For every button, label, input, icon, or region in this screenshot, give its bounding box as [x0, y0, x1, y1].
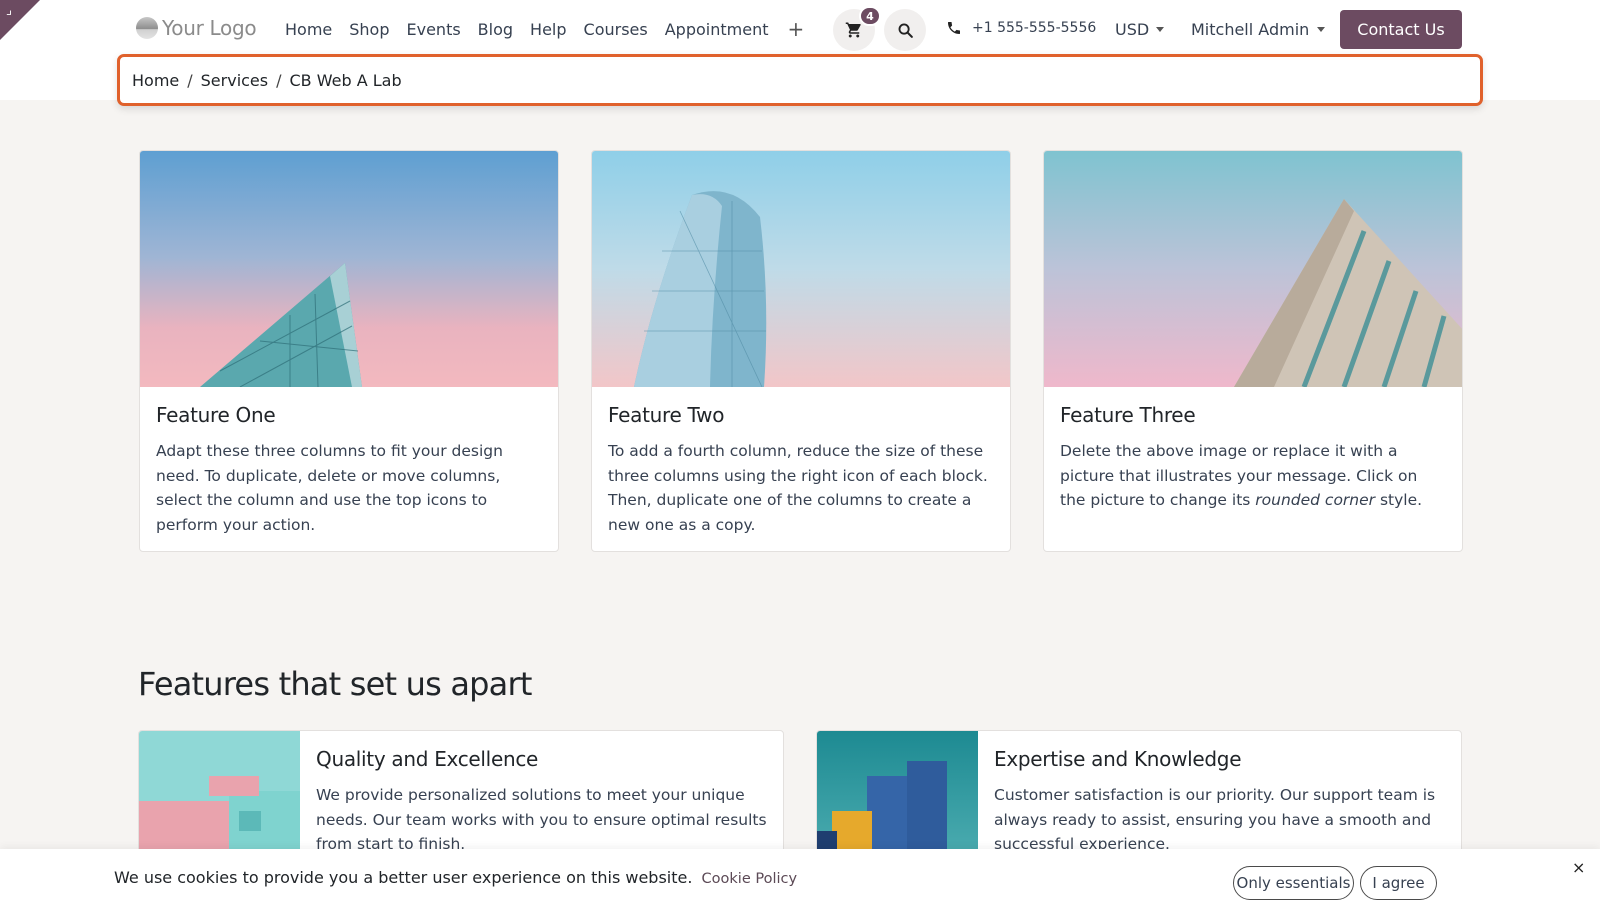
phone-link[interactable]: +1 555-555-5556 [946, 20, 1096, 36]
nav-events[interactable]: Events [407, 19, 461, 41]
cart-count-badge: 4 [859, 6, 881, 26]
cookie-message: We use cookies to provide you a better u… [114, 868, 797, 887]
card-text-italic: rounded corner [1255, 491, 1376, 509]
user-name: Mitchell Admin [1191, 20, 1310, 39]
corner-arrow-icon: ⌟ [6, 3, 13, 18]
card-text-part: style. [1375, 491, 1423, 509]
card-image-building [140, 151, 558, 387]
skyscraper-illustration [1234, 199, 1462, 387]
cookie-text: We use cookies to provide you a better u… [114, 868, 693, 887]
search-button[interactable] [884, 9, 926, 51]
tower-illustration [634, 191, 767, 387]
nav-home[interactable]: Home [285, 19, 332, 41]
cart-icon [845, 22, 861, 38]
main-nav: Home Shop Events Blog Help Courses Appoi… [285, 19, 804, 41]
card-title: Feature Three [1060, 403, 1196, 427]
chevron-down-icon [1156, 27, 1165, 32]
feature-title: Expertise and Knowledge [994, 747, 1242, 771]
close-icon[interactable]: × [1572, 858, 1585, 877]
nav-blog[interactable]: Blog [478, 19, 513, 41]
card-text: Adapt these three columns to fit your de… [156, 442, 503, 534]
logo-text: Your Logo [162, 16, 257, 40]
breadcrumb: Home / Services / CB Web A Lab [117, 54, 1483, 106]
phone-number: +1 555-555-5556 [972, 20, 1097, 36]
phone-icon [948, 22, 960, 34]
card-image-skyscraper [1044, 151, 1462, 387]
user-menu[interactable]: Mitchell Admin [1191, 20, 1326, 39]
nav-shop[interactable]: Shop [349, 19, 389, 41]
cart-button[interactable]: 4 [833, 6, 881, 51]
chevron-down-icon [1317, 27, 1326, 32]
logo-mark-icon [136, 17, 158, 39]
nav-courses[interactable]: Courses [584, 19, 648, 41]
only-essentials-button[interactable]: Only essentials [1233, 866, 1354, 900]
breadcrumb-services[interactable]: Services [201, 71, 268, 90]
feature-card: Feature Two To add a fourth column, redu… [591, 150, 1011, 552]
feature-title: Quality and Excellence [316, 747, 539, 771]
cookie-policy-link[interactable]: Cookie Policy [702, 871, 798, 887]
logo[interactable]: Your Logo [136, 16, 257, 40]
nav-appointment[interactable]: Appointment [665, 19, 769, 41]
currency-label: USD [1115, 20, 1150, 39]
feature-text: We provide personalized solutions to mee… [316, 786, 767, 853]
card-text: Delete the above image or replace it wit… [1060, 439, 1446, 513]
feature-card: Feature One Adapt these three columns to… [139, 150, 559, 552]
section-title: Features that set us apart [138, 665, 532, 703]
contact-us-button[interactable]: Contact Us [1340, 10, 1462, 49]
feature-cards: Feature One Adapt these three columns to… [139, 150, 1463, 552]
search-icon [898, 23, 913, 38]
feature-text: Customer satisfaction is our priority. O… [994, 786, 1436, 853]
top-navbar: Your Logo Home Shop Events Blog Help Cou… [0, 0, 1600, 59]
nav-help[interactable]: Help [530, 19, 566, 41]
breadcrumb-separator: / [276, 70, 282, 90]
card-title: Feature One [156, 403, 276, 427]
breadcrumb-current: CB Web A Lab [289, 70, 402, 90]
card-image-tower [592, 151, 1010, 387]
add-menu-plus-icon[interactable]: + [787, 19, 804, 41]
building-illustration [200, 263, 362, 387]
feature-card: Feature Three Delete the above image or … [1043, 150, 1463, 552]
breadcrumb-separator: / [187, 70, 193, 90]
breadcrumb-home[interactable]: Home [132, 71, 179, 90]
card-text: To add a fourth column, reduce the size … [608, 442, 988, 534]
cookie-banner: We use cookies to provide you a better u… [0, 849, 1600, 923]
currency-selector[interactable]: USD [1115, 20, 1165, 39]
card-title: Feature Two [608, 403, 725, 427]
i-agree-button[interactable]: I agree [1360, 866, 1437, 900]
